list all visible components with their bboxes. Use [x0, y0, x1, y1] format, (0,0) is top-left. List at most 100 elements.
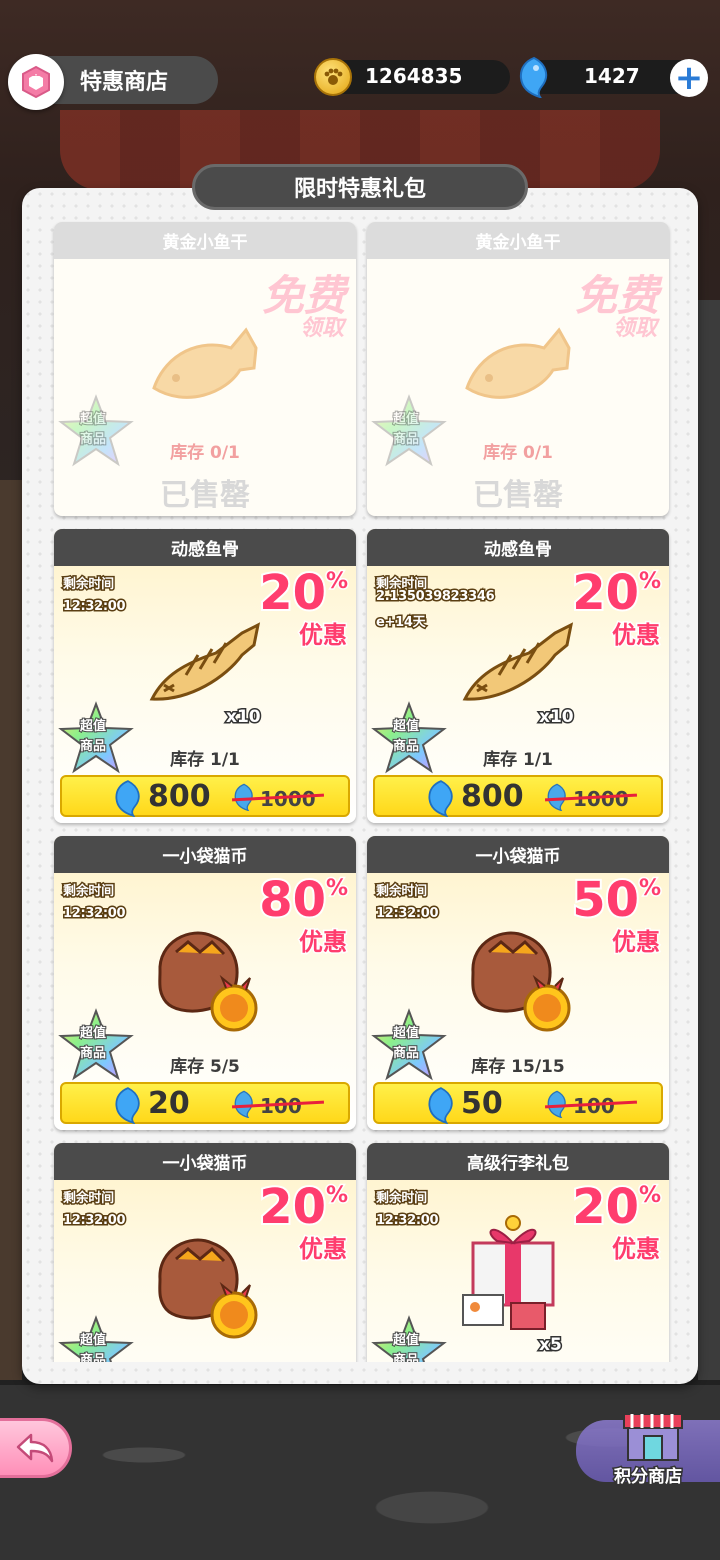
discount-percent: % — [324, 568, 349, 596]
timer-value: 12:32:00 — [374, 905, 440, 923]
discount-label: 优惠 — [611, 620, 662, 651]
offer-card[interactable]: 黄金小鱼干 免费 领取 超值 商品 库存 0/1 已售罄 — [367, 222, 669, 516]
timer-label: 剩余时间 — [62, 883, 116, 901]
offer-grid[interactable]: 黄金小鱼干 免费 领取 超值 商品 库存 0/1 已售罄 黄金小鱼干 免费 领取 — [22, 210, 698, 1362]
star-label-1: 超值 — [392, 411, 420, 428]
fish-bone-icon — [146, 615, 264, 719]
offer-card[interactable]: 动感鱼骨 剩余时间 12:32:00 20 % 优惠 x10 超值 商品 库存 … — [54, 529, 356, 823]
coin-amount: 1264835 — [365, 64, 463, 88]
timer-suffix: e+14天 — [374, 614, 427, 632]
plus-icon: + — [674, 58, 704, 98]
blue-fish-gem-icon — [112, 779, 144, 821]
timer-label: 剩余时间 — [375, 1190, 429, 1208]
stock-label: 库存 5/5 — [170, 1057, 240, 1077]
quantity-label: x10 — [538, 706, 576, 729]
timer-label: 剩余时间 — [375, 883, 429, 901]
timer-value: 2.135039823346 — [374, 588, 496, 606]
star-label-1: 超值 — [79, 1332, 107, 1349]
blue-fish-gem-icon — [112, 1086, 144, 1128]
timer-value: 12:32:00 — [61, 598, 127, 616]
discount-value: 20 — [570, 565, 641, 621]
gift-box-icon — [453, 1213, 573, 1347]
discount-label: 优惠 — [298, 620, 349, 651]
fish-bone-icon — [459, 615, 577, 719]
discount-percent: % — [637, 568, 662, 596]
coin-bag-icon — [463, 922, 579, 1038]
soldout-label: 已售罄 — [160, 478, 250, 513]
discount-label: 优惠 — [611, 927, 662, 958]
panel-title: 限时特惠礼包 — [192, 164, 528, 210]
discount-value: 80 — [257, 872, 328, 928]
back-button[interactable] — [0, 1418, 72, 1478]
star-label-1: 超值 — [79, 718, 107, 735]
soldout-label: 已售罄 — [473, 478, 563, 513]
blue-fish-gem-icon — [425, 779, 457, 821]
sale-price: 50 — [461, 1086, 503, 1121]
golden-fish-icon — [459, 318, 577, 418]
offer-card[interactable]: 一小袋猫币 剩余时间 12:32:00 50 % 优惠 超值 商品 库存 15/… — [367, 836, 669, 1130]
star-label-2: 商品 — [392, 1352, 420, 1362]
stock-label: 库存 0/1 — [483, 443, 553, 463]
card-title: 一小袋猫币 — [367, 836, 669, 873]
blue-fish-gem-icon — [516, 56, 552, 102]
stock-label: 库存 15/15 — [471, 1057, 565, 1077]
add-gems-button[interactable]: + — [670, 59, 708, 97]
quantity-label: x10 — [225, 706, 263, 729]
background-wall-left — [0, 480, 22, 1380]
card-title: 高级行李礼包 — [367, 1143, 669, 1180]
shop-title: 特惠商店 — [80, 70, 169, 95]
offer-card[interactable]: 一小袋猫币 剩余时间 12:32:00 80 % 优惠 超值 商品 库存 5/5 — [54, 836, 356, 1130]
offer-card[interactable]: 高级行李礼包 剩余时间 12:32:00 20 % 优惠 x5 超值 商品 — [367, 1143, 669, 1362]
discount-value: 50 — [570, 872, 641, 928]
golden-fish-icon — [146, 318, 264, 418]
discount-percent: % — [637, 875, 662, 903]
quantity-label: x5 — [538, 1334, 564, 1357]
claim-label: 领取 — [612, 316, 657, 341]
star-label-1: 超值 — [79, 1025, 107, 1042]
timer-value: 12:32:00 — [374, 1212, 440, 1230]
discount-value: 20 — [257, 565, 328, 621]
paw-coin-icon — [314, 58, 352, 96]
star-label-1: 超值 — [392, 1025, 420, 1042]
stock-label: 库存 1/1 — [483, 750, 553, 770]
star-label-1: 超值 — [79, 411, 107, 428]
coin-bag-icon — [150, 1229, 266, 1345]
timer-value: 12:32:00 — [61, 905, 127, 923]
star-label-1: 超值 — [392, 1332, 420, 1349]
discount-label: 优惠 — [298, 1234, 349, 1265]
card-title: 一小袋猫币 — [54, 1143, 356, 1180]
discount-value: 20 — [570, 1179, 641, 1235]
timer-label: 剩余时间 — [62, 1190, 116, 1208]
back-arrow-icon — [16, 1433, 53, 1463]
offer-card[interactable]: 黄金小鱼干 免费 领取 超值 商品 库存 0/1 已售罄 — [54, 222, 356, 516]
coin-bag-icon — [150, 922, 266, 1038]
stock-label: 库存 1/1 — [170, 750, 240, 770]
stock-label: 库存 0/1 — [170, 443, 240, 463]
star-label-1: 超值 — [392, 718, 420, 735]
gem-amount: 1427 — [584, 64, 640, 88]
sale-price: 20 — [148, 1086, 190, 1121]
shop-hexagon-icon — [8, 54, 64, 110]
timer-value: 12:32:00 — [61, 1212, 127, 1230]
sale-price: 800 — [461, 779, 524, 814]
card-title: 动感鱼骨 — [367, 529, 669, 566]
sale-price: 800 — [148, 779, 211, 814]
discount-percent: % — [324, 1182, 349, 1210]
background-wall-right — [698, 300, 720, 1380]
blue-fish-gem-icon — [425, 1086, 457, 1128]
card-title: 动感鱼骨 — [54, 529, 356, 566]
card-title: 黄金小鱼干 — [367, 222, 669, 259]
discount-percent: % — [324, 875, 349, 903]
claim-label: 领取 — [299, 316, 344, 341]
timer-label: 剩余时间 — [62, 576, 116, 594]
card-title: 黄金小鱼干 — [54, 222, 356, 259]
points-shop-label: 积分商店 — [613, 1466, 684, 1489]
card-title: 一小袋猫币 — [54, 836, 356, 873]
discount-label: 优惠 — [298, 927, 349, 958]
discount-value: 20 — [257, 1179, 328, 1235]
offer-card[interactable]: 动感鱼骨 剩余时间 2.135039823346 e+14天 20 % 优惠 x… — [367, 529, 669, 823]
discount-label: 优惠 — [611, 1234, 662, 1265]
offer-card[interactable]: 一小袋猫币 剩余时间 12:32:00 20 % 优惠 超值 商品 — [54, 1143, 356, 1362]
star-label-2: 商品 — [79, 1352, 107, 1362]
discount-percent: % — [637, 1182, 662, 1210]
